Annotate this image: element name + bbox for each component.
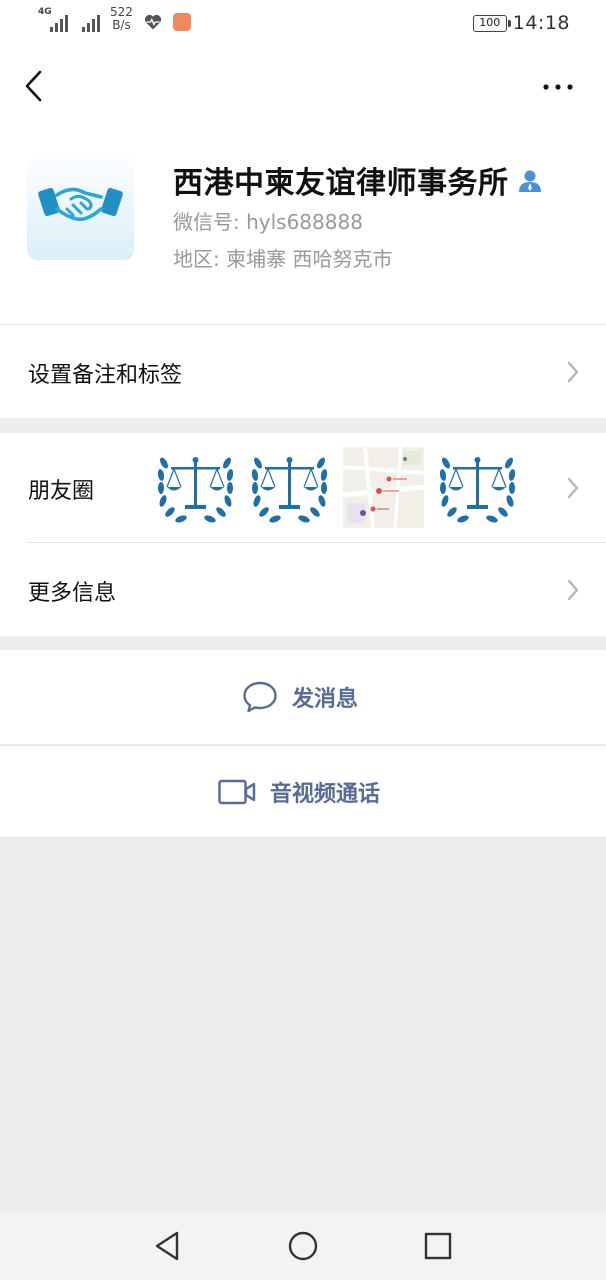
video-call-button[interactable]: 音视频通话	[0, 745, 606, 838]
more-info-row[interactable]: 更多信息	[0, 543, 606, 636]
chevron-right-icon	[567, 477, 579, 499]
send-message-label: 发消息	[292, 687, 359, 712]
profile-header: 西港中柬友谊律师事务所 微信号: hyls688888 地区: 柬埔寨 西哈努克…	[0, 128, 606, 324]
avatar[interactable]	[27, 153, 134, 260]
set-remark-tags-row[interactable]: 设置备注和标签	[0, 324, 606, 418]
more-options-button[interactable]	[536, 74, 580, 100]
top-nav	[0, 48, 606, 128]
scales-of-justice-icon	[251, 457, 328, 523]
nav-recents-icon[interactable]	[421, 1229, 455, 1263]
nav-back-icon[interactable]	[151, 1229, 185, 1263]
moments-row[interactable]: 朋友圈	[0, 433, 606, 542]
moments-thumbnail	[437, 447, 518, 528]
video-call-label: 音视频通话	[270, 781, 381, 807]
info-group: 朋友圈 更多信息	[0, 433, 606, 636]
system-nav-bar	[0, 1212, 606, 1280]
name-row: 西港中柬友谊律师事务所	[173, 158, 543, 202]
moments-thumbnail	[343, 447, 424, 528]
cellular-signal-icon: 4G	[38, 8, 68, 32]
clock: 14:18	[512, 12, 570, 34]
contact-name: 西港中柬友谊律师事务所	[173, 166, 509, 201]
scales-of-justice-icon	[439, 457, 516, 523]
chevron-right-icon	[567, 361, 579, 383]
moments-label: 朋友圈	[28, 479, 95, 504]
more-info-label: 更多信息	[28, 581, 117, 606]
cellular-signal-2-icon	[78, 8, 100, 32]
person-icon	[518, 170, 541, 192]
map-icon	[343, 447, 424, 528]
moments-thumbnail	[155, 447, 236, 528]
health-icon	[144, 14, 162, 30]
app-notification-icon	[172, 13, 191, 31]
back-button[interactable]	[20, 68, 50, 104]
wechat-id: 微信号: hyls688888	[173, 210, 363, 234]
video-camera-icon	[218, 779, 256, 804]
region: 地区: 柬埔寨 西哈努克市	[173, 247, 393, 271]
moments-thumbnail	[249, 447, 330, 528]
nav-home-icon[interactable]	[286, 1229, 320, 1263]
status-bar: 4G 522 B/s 100 14:18	[0, 0, 606, 48]
set-remark-tags-label: 设置备注和标签	[28, 363, 183, 388]
battery-icon: 100	[472, 14, 511, 32]
chevron-right-icon	[567, 579, 579, 601]
chat-bubble-icon	[243, 681, 277, 713]
scales-of-justice-icon	[157, 457, 234, 523]
net-speed: 522 B/s	[110, 5, 133, 32]
handshake-icon	[38, 187, 123, 222]
send-message-button[interactable]: 发消息	[0, 650, 606, 744]
